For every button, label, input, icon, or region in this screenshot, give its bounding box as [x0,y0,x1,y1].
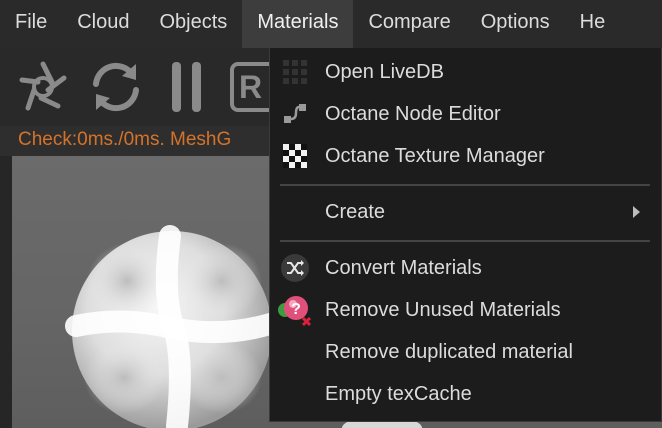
viewport-left-strip [0,156,12,428]
render-region-icon[interactable]: R [230,62,269,112]
livedb-grid-icon [277,54,313,90]
menu-convert-materials-label: Convert Materials [325,256,482,279]
refresh-icon[interactable] [86,58,146,121]
menu-options[interactable]: Options [466,0,565,48]
menu-open-livedb[interactable]: Open LiveDB [270,52,662,92]
menu-empty-texcache[interactable]: Empty texCache [270,374,662,414]
menu-remove-duplicated-material[interactable]: Remove duplicated material [270,332,662,372]
menu-materials[interactable]: Materials [242,0,354,48]
menu-compare[interactable]: Compare [353,0,465,48]
menu-empty-texcache-label: Empty texCache [325,382,472,405]
pause-icon[interactable] [168,58,208,121]
menu-remove-duplicated-material-label: Remove duplicated material [325,340,573,363]
aperture-icon[interactable] [14,58,72,121]
menu-octane-texture-manager[interactable]: Octane Texture Manager [270,136,662,176]
menu-create[interactable]: Create [270,192,662,232]
svg-text:?: ? [291,301,301,318]
convert-shuffle-icon [277,250,313,286]
menu-convert-materials[interactable]: Convert Materials [270,248,662,288]
menu-remove-unused-materials-label: Remove Unused Materials [325,298,561,321]
menu-octane-node-editor[interactable]: Octane Node Editor [270,94,662,134]
remove-unused-icon: ? [277,292,313,328]
materials-dropdown: Open LiveDB Octane Node Editor Octane Te… [269,48,662,422]
menu-separator [280,240,650,242]
checker-texture-icon [277,138,313,174]
render-region-label: R [239,69,263,105]
menu-open-livedb-label: Open LiveDB [325,60,444,83]
menu-octane-texture-manager-label: Octane Texture Manager [325,144,545,167]
menu-file[interactable]: File [0,0,62,48]
node-editor-icon [277,96,313,132]
submenu-arrow-icon [633,206,640,218]
menu-bar: File Cloud Objects Materials Compare Opt… [0,0,662,48]
menu-separator [280,184,650,186]
menu-cloud[interactable]: Cloud [62,0,144,48]
menu-create-label: Create [325,200,386,223]
menu-help[interactable]: He [565,0,621,48]
menu-remove-unused-materials[interactable]: ? Remove Unused Materials [270,290,662,330]
menu-objects[interactable]: Objects [145,0,243,48]
menu-octane-node-editor-label: Octane Node Editor [325,102,501,125]
